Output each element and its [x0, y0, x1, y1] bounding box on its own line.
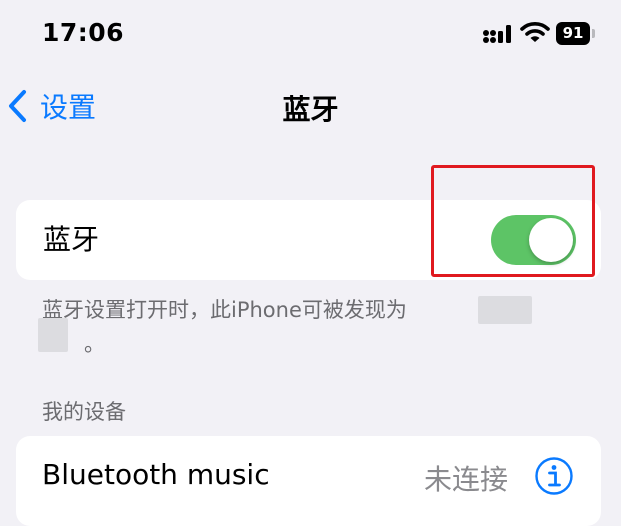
my-devices-header: 我的设备 [42, 400, 126, 424]
redacted-device-name [478, 296, 532, 324]
battery-cap [592, 29, 595, 38]
device-row[interactable]: Bluetooth music 未连接 [16, 436, 601, 526]
redacted-device-name-continued [38, 318, 68, 352]
wifi-icon [520, 21, 550, 45]
status-time: 17:06 [42, 18, 125, 47]
page-title: 蓝牙 [282, 93, 339, 126]
footer-note-text: 蓝牙设置打开时，此iPhone可被发现为 [42, 298, 407, 322]
device-name: Bluetooth music [42, 458, 270, 491]
battery-icon: 91 [556, 22, 596, 46]
bluetooth-label: 蓝牙 [43, 223, 100, 256]
info-icon[interactable] [534, 456, 574, 496]
highlight-box [431, 165, 595, 277]
footer-note-end: 。 [84, 332, 105, 356]
cellular-signal-icon [482, 22, 514, 46]
status-bar: 17:06 91 [0, 0, 621, 70]
navigation-bar: 设置 蓝牙 [0, 76, 621, 136]
battery-level: 91 [556, 22, 590, 45]
device-status: 未连接 [424, 463, 509, 496]
